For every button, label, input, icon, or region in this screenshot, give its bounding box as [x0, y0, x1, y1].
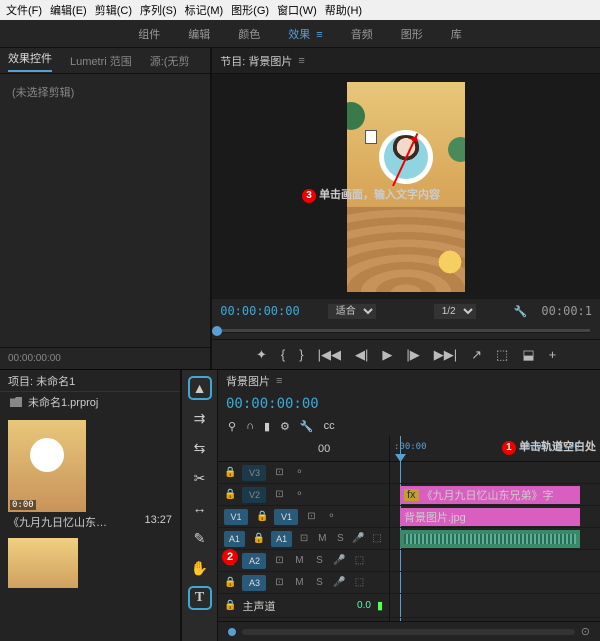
cc-icon[interactable]: cc: [324, 420, 335, 432]
annotation-1: 1 单击轨道空白处: [502, 438, 596, 455]
settings2-icon[interactable]: ⚙: [280, 420, 290, 433]
timeline-tool-icons: ⚲ ∩ ▮ ⚙ 🔧 cc: [218, 416, 600, 436]
menu-edit[interactable]: 编辑(E): [50, 2, 87, 18]
wrench2-icon[interactable]: 🔧: [300, 420, 314, 433]
type-tool-icon[interactable]: T: [190, 588, 210, 608]
tab-source[interactable]: 源:(无剪: [150, 53, 190, 69]
folder-icon: [10, 397, 22, 407]
zoom-select[interactable]: 1/2: [434, 304, 476, 319]
ws-graphics[interactable]: 图形: [401, 26, 423, 42]
fx-timecode: 00:00:00:00: [0, 347, 210, 369]
menu-clip[interactable]: 剪辑(C): [95, 2, 132, 18]
clip-duration: 13:27: [144, 514, 172, 530]
timeline-panel: 背景图片≡ 00:00:00:00 ⚲ ∩ ▮ ⚙ 🔧 cc 00 🔒V3⊡⚬ …: [218, 370, 600, 641]
pen-tool-icon[interactable]: ✎: [190, 528, 210, 548]
marker-icon[interactable]: ▮: [264, 420, 270, 433]
menu-file[interactable]: 文件(F): [6, 2, 42, 18]
clip-name: 《九月九日忆山东…: [8, 514, 107, 530]
text-cursor-icon: [365, 130, 377, 144]
settings-icon[interactable]: 🔧: [514, 305, 528, 318]
ws-audio[interactable]: 音频: [351, 26, 373, 42]
clips-area[interactable]: :00:00 00:00:05:00 fx《九月九日忆山东兄弟》字 背景图片.j…: [390, 436, 600, 621]
track-a3[interactable]: 🔒A3⊡MS🎤⬚: [218, 572, 389, 594]
project-file: 未命名1.prproj: [28, 394, 98, 410]
lift-icon[interactable]: ⬚: [496, 347, 508, 363]
no-clip-label: (未选择剪辑): [0, 74, 210, 110]
track-headers: 00 🔒V3⊡⚬ 🔒V2⊡⚬ V1🔒V1⊡⚬ A1🔒A1⊡MS🎤⬚ 🔒A2⊡MS…: [218, 436, 390, 621]
mark-out-icon[interactable]: }: [299, 347, 303, 362]
menu-window[interactable]: 窗口(W): [277, 2, 317, 18]
ws-library[interactable]: 库: [451, 26, 462, 42]
menu-help[interactable]: 帮助(H): [325, 2, 362, 18]
ws-color[interactable]: 颜色: [238, 26, 260, 42]
menu-bar: 文件(F) 编辑(E) 剪辑(C) 序列(S) 标记(M) 图形(G) 窗口(W…: [0, 0, 600, 20]
clip-title[interactable]: fx《九月九日忆山东兄弟》字: [400, 486, 580, 504]
play-icon[interactable]: ▶: [382, 347, 392, 363]
timeline-zoom[interactable]: ⊙: [218, 621, 600, 641]
track-a1[interactable]: A1🔒A1⊡MS🎤⬚: [218, 528, 389, 550]
go-end-icon[interactable]: ▶▶|: [434, 347, 457, 363]
program-title: 节目: 背景图片: [220, 53, 292, 69]
export-frame-icon[interactable]: ↗: [471, 347, 482, 363]
slip-tool-icon[interactable]: ↔: [190, 498, 210, 518]
track-v2[interactable]: 🔒V2⊡⚬: [218, 484, 389, 506]
program-monitor: 节目: 背景图片≡ 00:00:00:00 适合 1/2 🔧 00:00:1 ✦…: [212, 48, 600, 369]
add-marker-icon[interactable]: ✦: [256, 347, 267, 363]
project-title[interactable]: 项目: 未命名1: [8, 373, 75, 389]
add-button-icon[interactable]: +: [549, 347, 557, 362]
program-scrubber[interactable]: [212, 323, 600, 339]
track-master[interactable]: 🔒主声道0.0▮: [218, 594, 389, 618]
ws-editing[interactable]: 编辑: [188, 26, 210, 42]
link-icon[interactable]: ∩: [246, 420, 254, 432]
timeline-timecode[interactable]: 00:00:00:00: [226, 396, 319, 412]
clip-audio[interactable]: [400, 530, 580, 548]
program-duration: 00:00:1: [541, 304, 592, 318]
track-a2[interactable]: 🔒A2⊡MS🎤⬚: [218, 550, 389, 572]
track-v3[interactable]: 🔒V3⊡⚬: [218, 462, 389, 484]
hand-tool-icon[interactable]: ✋: [190, 558, 210, 578]
ws-assembly[interactable]: 组件: [138, 26, 160, 42]
clip-thumbnail-2[interactable]: [8, 538, 78, 588]
razor-tool-icon[interactable]: ✂: [190, 468, 210, 488]
clip-bg[interactable]: 背景图片.jpg: [400, 508, 580, 526]
mark-in-icon[interactable]: {: [281, 347, 285, 362]
menu-marker[interactable]: 标记(M): [185, 2, 224, 18]
fit-select[interactable]: 适合: [328, 304, 376, 319]
timeline-title[interactable]: 背景图片: [226, 373, 270, 389]
annotation-3: 3 单击画面，输入文字内容: [302, 186, 440, 203]
tab-lumetri[interactable]: Lumetri 范围: [70, 53, 132, 69]
tool-palette: ▲ ⇉ ⇆ ✂ ↔ ✎ ✋ T: [182, 370, 218, 641]
extract-icon[interactable]: ⬓: [522, 347, 534, 363]
track-v1[interactable]: V1🔒V1⊡⚬: [218, 506, 389, 528]
step-forward-icon[interactable]: |▶: [406, 347, 419, 363]
go-start-icon[interactable]: |◀◀: [318, 347, 341, 363]
ripple-tool-icon[interactable]: ⇆: [190, 438, 210, 458]
annotation-2: 2: [222, 549, 238, 565]
transport-controls: ✦ { } |◀◀ ◀| ▶ |▶ ▶▶| ↗ ⬚ ⬓ +: [212, 339, 600, 369]
track-select-tool-icon[interactable]: ⇉: [190, 408, 210, 428]
workspace-tabs: 组件 编辑 颜色 效果 音频 图形 库: [0, 20, 600, 48]
menu-graphic[interactable]: 图形(G): [231, 2, 269, 18]
clip-thumbnail[interactable]: 0:00: [8, 420, 86, 512]
tab-effect-controls[interactable]: 效果控件: [8, 50, 52, 72]
program-timecode[interactable]: 00:00:00:00: [220, 304, 299, 318]
project-panel: 项目: 未命名1 未命名1.prproj 0:00 《九月九日忆山东… 13:27: [0, 370, 182, 641]
menu-sequence[interactable]: 序列(S): [140, 2, 177, 18]
snap-icon[interactable]: ⚲: [228, 420, 236, 433]
effect-controls-panel: 效果控件 Lumetri 范围 源:(无剪 (未选择剪辑) 00:00:00:0…: [0, 48, 212, 369]
ws-effects[interactable]: 效果: [288, 26, 322, 42]
selection-tool-icon[interactable]: ▲: [190, 378, 210, 398]
step-back-icon[interactable]: ◀|: [355, 347, 368, 363]
